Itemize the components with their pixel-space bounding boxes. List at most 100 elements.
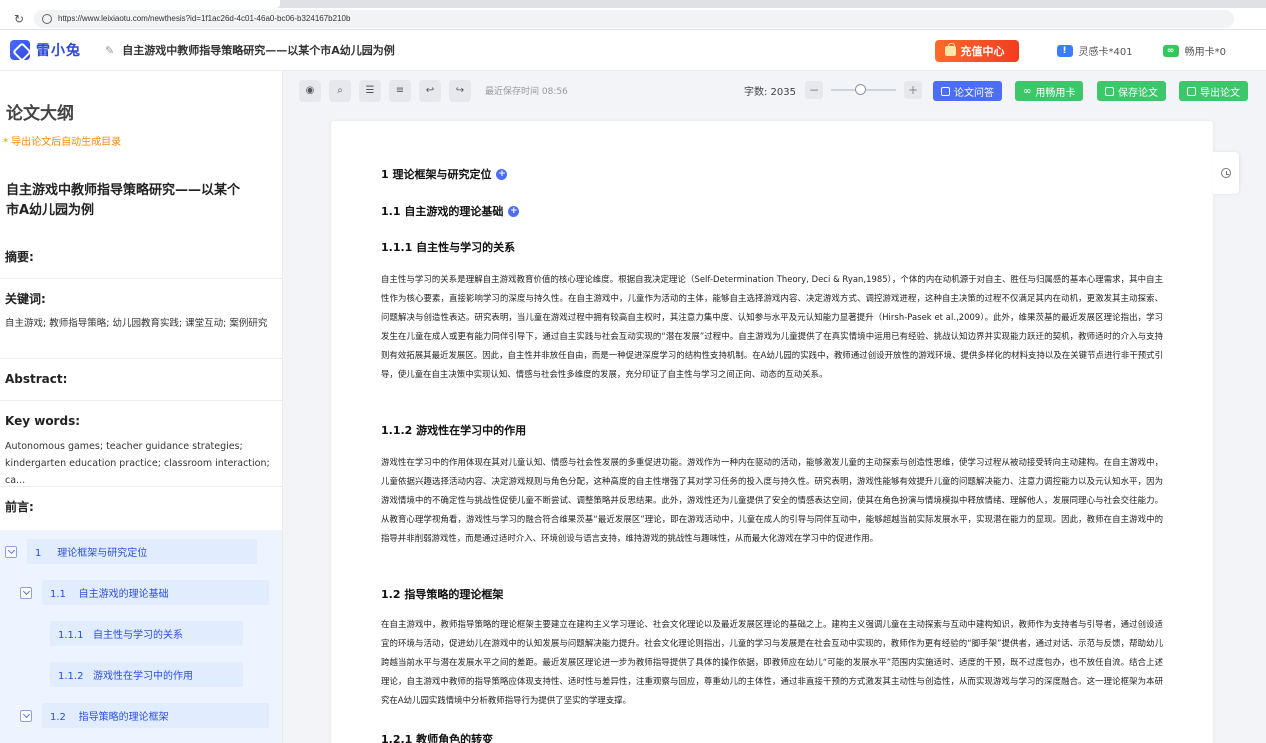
divider (0, 486, 282, 487)
zoom-slider-handle[interactable] (855, 84, 867, 95)
outline-item-1-1[interactable]: 1.1 自主游戏的理论基础 (20, 580, 269, 605)
divider (0, 358, 282, 359)
qa-icon (941, 86, 950, 96)
heading-1[interactable]: 1 理论框架与研究定位 + (381, 166, 508, 182)
undo-icon[interactable]: ↩ (419, 79, 441, 102)
outline-title: 论文大纲 (6, 104, 74, 124)
preface-label[interactable]: 前言: (5, 498, 34, 515)
zoom-slider[interactable] (831, 84, 896, 95)
zoom-in-button[interactable]: + (904, 81, 922, 99)
outline-tree: 1 理论框架与研究定位 1.1 自主游戏的理论基础 1.1.1 自主性与学习的关… (0, 530, 282, 743)
outline-label: 自主游戏的理论基础 (78, 589, 169, 600)
keywords-en-text: Autonomous games; teacher guidance strat… (5, 441, 270, 486)
abstract-label[interactable]: 摘要: (5, 248, 34, 265)
collapse-icon[interactable] (5, 545, 17, 558)
heading-text: 1.2.1 教师角色的转变 (381, 733, 494, 743)
info-icon: ! (1056, 44, 1073, 57)
export-icon (1187, 86, 1196, 96)
heading-text: 1.1.2 游戏性在学习中的作用 (381, 424, 527, 437)
document-page[interactable]: 1 理论框架与研究定位 + 1.1 自主游戏的理论基础 + 1.1.1 自主性与学习… (331, 121, 1213, 743)
url-field[interactable]: https://www.leixiaotu.com/newthesis?id=1… (34, 9, 1234, 28)
heading-text: 1.1 自主游戏的理论基础 (381, 205, 504, 218)
outline-item-1-1-1[interactable]: 1.1.1 自主性与学习的关系 (50, 621, 243, 646)
use-card-label: 用畅用卡 (1035, 87, 1076, 99)
add-section-icon[interactable]: + (508, 205, 520, 217)
outline-num: 1.1.1 (58, 630, 84, 641)
infinity-icon: ∞ (1023, 85, 1032, 97)
zoom-out-button[interactable]: − (805, 81, 823, 99)
editor-toolbar: ◉ ⌕ ☰ ≡ ↩ ↪ 最近保存时间 08:56 字数: 2035 − + 论文… (284, 71, 1266, 110)
header-actions: 充值中心 ! 灵感卡*401 ∞ 畅用卡*0 (934, 30, 1266, 71)
outline-num: 1.1 (50, 589, 66, 600)
paper-title[interactable]: 自主游戏中教师指导策略研究——以某个市A幼儿园为例 (6, 181, 246, 221)
outline-num: 1.2 (50, 712, 66, 723)
free-card-stat[interactable]: ∞ 畅用卡*0 (1162, 43, 1226, 58)
outline-label: 游戏性在学习中的作用 (93, 671, 193, 682)
outline-label: 自主性与学习的关系 (93, 630, 183, 641)
heading-text: 1 理论框架与研究定位 (381, 168, 492, 181)
outline-sidebar: 论文大纲 * 导出论文后自动生成目录 自主游戏中教师指导策略研究——以某个市A幼… (0, 71, 283, 743)
logo[interactable]: 雷小兔 (10, 40, 81, 60)
outline-num: 1.1.2 (58, 671, 84, 682)
sort-list-icon[interactable]: ≡ (389, 79, 411, 102)
shopping-bag-icon (944, 42, 956, 56)
export-paper-button[interactable]: 导出论文 (1179, 81, 1248, 101)
outline-note: * 导出论文后自动生成目录 (3, 137, 122, 148)
outline-item-1-2[interactable]: 1.2 指导策略的理论框架 (20, 703, 269, 728)
inspiration-card-count: 灵感卡*401 (1078, 47, 1133, 58)
reload-icon[interactable]: ↻ (12, 12, 26, 26)
url-text: https://www.leixiaotu.com/newthesis?id=1… (58, 14, 351, 23)
divider (0, 400, 282, 401)
outline-item-1[interactable]: 1 理论框架与研究定位 (5, 539, 258, 564)
inspiration-card-stat[interactable]: ! 灵感卡*401 (1056, 43, 1133, 58)
outline-item-1-1-2[interactable]: 1.1.2 游戏性在学习中的作用 (50, 662, 243, 687)
export-paper-label: 导出论文 (1200, 87, 1240, 99)
free-card-count: 畅用卡*0 (1184, 47, 1226, 58)
preview-eye-icon[interactable]: ◉ (299, 79, 321, 102)
save-paper-button[interactable]: 保存论文 (1097, 81, 1166, 101)
history-clock-icon (1221, 168, 1231, 178)
abstract-en-label[interactable]: Abstract: (5, 372, 67, 386)
browser-tab[interactable] (0, 0, 280, 8)
paragraph-1-1-2[interactable]: 游戏性在学习中的作用体现在其对儿童认知、情感与社会性发展的多重促进功能。游戏作为… (381, 453, 1163, 548)
edit-title-icon[interactable]: ✎ (105, 44, 114, 57)
heading-1-2-1[interactable]: 1.2.1 教师角色的转变 (381, 731, 493, 743)
collapse-icon[interactable] (20, 586, 32, 599)
heading-1-2[interactable]: 1.2 指导策略的理论框架 (381, 586, 503, 602)
heading-1-1-1[interactable]: 1.1.1 自主性与学习的关系 (381, 239, 515, 255)
outline-label: 理论框架与研究定位 (57, 548, 148, 559)
outline-num: 1 (35, 548, 42, 559)
paragraph-1-1-1[interactable]: 自主性与学习的关系是理解自主游戏教育价值的核心理论维度。根据自我决定理论（Sel… (381, 270, 1163, 384)
format-icon[interactable]: ☰ (359, 79, 381, 102)
document-title[interactable]: 自主游戏中教师指导策略研究——以某个市A幼儿园为例 (122, 42, 395, 58)
infinity-icon: ∞ (1162, 44, 1179, 57)
browser-tab-strip (0, 0, 1266, 8)
save-icon (1105, 86, 1114, 96)
add-section-icon[interactable]: + (496, 168, 508, 180)
logo-icon (10, 40, 30, 60)
site-info-icon[interactable] (42, 13, 52, 24)
keywords-en-label[interactable]: Key words: (5, 414, 80, 428)
logo-text: 雷小兔 (36, 43, 81, 59)
paper-qa-button[interactable]: 论文问答 (933, 81, 1002, 101)
paragraph-1-2[interactable]: 在自主游戏中，教师指导策略的理论框架主要建立在建构主义学习理论、社会文化理论以及… (381, 615, 1163, 710)
browser-address-bar: ↻ https://www.leixiaotu.com/newthesis?id… (0, 8, 1266, 30)
save-paper-label: 保存论文 (1118, 87, 1158, 99)
recharge-button[interactable]: 充值中心 (934, 39, 1019, 62)
outline-label: 指导策略的理论框架 (78, 712, 169, 723)
heading-1-1-2[interactable]: 1.1.2 游戏性在学习中的作用 (381, 422, 526, 438)
redo-icon[interactable]: ↪ (449, 79, 471, 102)
keywords-text: 自主游戏; 教师指导策略; 幼儿园教育实践; 课堂互动; 案例研究 (5, 318, 268, 329)
history-button[interactable] (1213, 152, 1239, 194)
paper-qa-label: 论文问答 (954, 87, 994, 99)
recharge-label: 充值中心 (960, 44, 1005, 58)
app-header: 雷小兔 ✎ 自主游戏中教师指导策略研究——以某个市A幼儿园为例 充值中心 ! 灵… (0, 30, 1266, 71)
keywords-label[interactable]: 关键词: (5, 290, 46, 307)
collapse-icon[interactable] (20, 709, 32, 722)
use-card-button[interactable]: ∞ 用畅用卡 (1015, 81, 1084, 101)
heading-text: 1.2 指导策略的理论框架 (381, 588, 504, 601)
word-count: 字数: 2035 (744, 87, 796, 98)
search-icon[interactable]: ⌕ (329, 79, 351, 102)
heading-1-1[interactable]: 1.1 自主游戏的理论基础 + (381, 203, 520, 219)
divider (0, 278, 282, 279)
